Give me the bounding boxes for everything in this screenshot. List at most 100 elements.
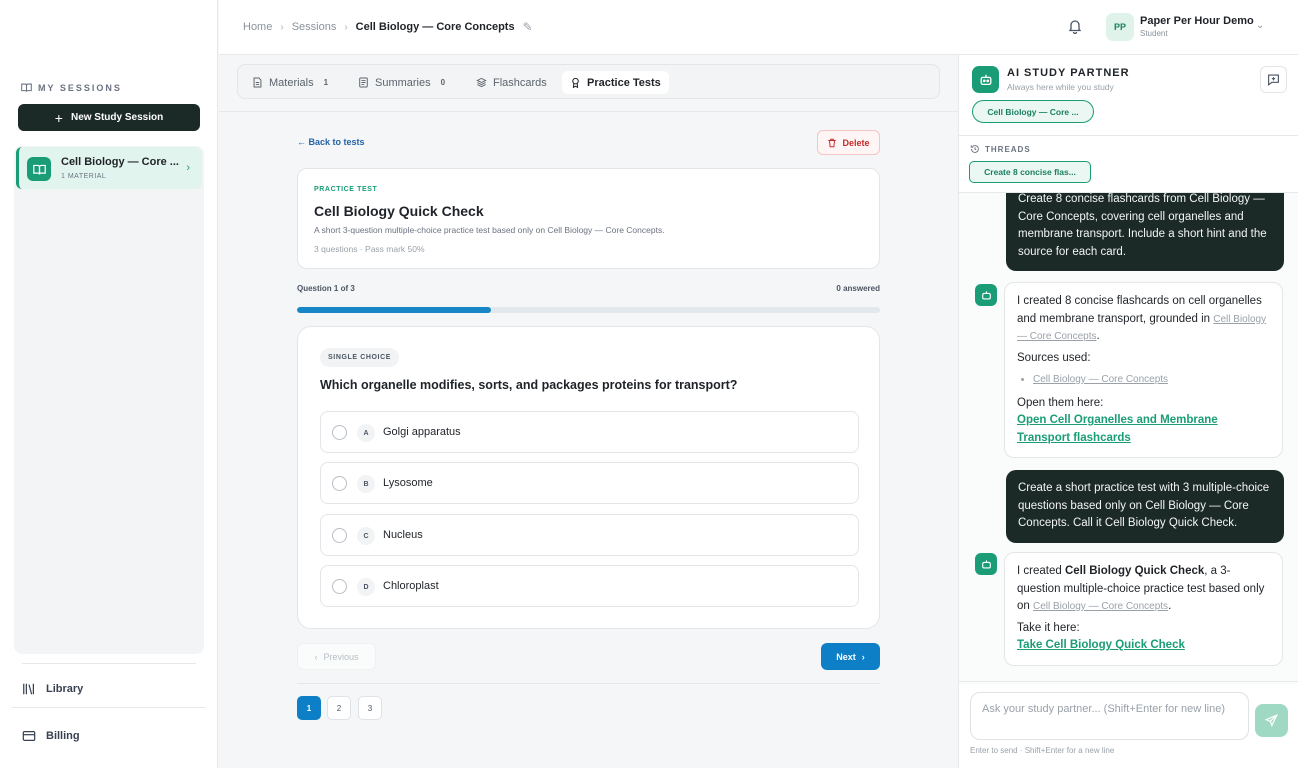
tab-count: 1 xyxy=(323,78,329,87)
sources-label: Sources used: xyxy=(1017,351,1091,364)
session-title: Cell Biology — Core ... xyxy=(61,156,179,168)
chevron-right-icon: › xyxy=(344,21,348,33)
ai-study-partner-panel: AI STUDY PARTNER Always here while you s… xyxy=(958,55,1298,768)
take-test-link[interactable]: Take Cell Biology Quick Check xyxy=(1017,637,1270,655)
answer-option-b[interactable]: B Lysosome xyxy=(320,462,859,504)
breadcrumb-sessions[interactable]: Sessions xyxy=(292,21,337,33)
message-plus-icon xyxy=(1268,74,1279,86)
question-page-1[interactable]: 1 xyxy=(297,696,321,720)
sources-list: Cell Biology — Core Concepts xyxy=(1017,371,1270,389)
chevron-right-icon: › xyxy=(186,162,190,174)
divider xyxy=(219,111,958,112)
next-button[interactable]: Next › xyxy=(821,643,880,670)
assistant-text-part: I created xyxy=(1017,565,1065,577)
user-name[interactable]: Paper Per Hour Demo xyxy=(1140,15,1254,27)
divider xyxy=(22,663,196,664)
tab-label: Flashcards xyxy=(493,76,547,89)
radio-button[interactable] xyxy=(332,579,347,594)
question-page-3[interactable]: 3 xyxy=(358,696,382,720)
tab-label: Summaries xyxy=(375,76,431,89)
test-title: Cell Biology Quick Check xyxy=(314,203,484,219)
source-item[interactable]: Cell Biology — Core Concepts xyxy=(1033,371,1270,389)
option-text: Nucleus xyxy=(383,529,423,541)
back-to-tests-link[interactable]: ← Back to tests xyxy=(297,137,365,147)
thread-chip[interactable]: Create 8 concise flas... xyxy=(969,161,1091,183)
context-chip[interactable]: Cell Biology — Core ... xyxy=(972,100,1094,123)
divider xyxy=(959,681,1298,682)
option-letter: D xyxy=(357,578,375,596)
sidebar-link-library[interactable]: Library xyxy=(22,682,83,696)
session-item-cell-biology[interactable]: Cell Biology — Core ... 1 MATERIAL › xyxy=(16,147,202,189)
question-page-2[interactable]: 2 xyxy=(327,696,351,720)
question-text: Which organelle modifies, sorts, and pac… xyxy=(320,378,738,392)
open-flashcards-link[interactable]: Open Cell Organelles and Membrane Transp… xyxy=(1017,412,1270,447)
option-text: Golgi apparatus xyxy=(383,426,461,438)
credit-card-icon xyxy=(22,731,36,741)
edit-pencil-icon[interactable]: ✎ xyxy=(523,20,533,34)
sidebar-link-billing[interactable]: Billing xyxy=(22,729,80,743)
sidebar: MY SESSIONS + New Study Session Cell Bio… xyxy=(0,0,218,768)
progress-bar xyxy=(297,307,880,313)
tab-materials[interactable]: Materials 1 xyxy=(244,71,336,94)
question-card: SINGLE CHOICE Which organelle modifies, … xyxy=(297,326,880,629)
new-study-session-button[interactable]: + New Study Session xyxy=(18,104,200,131)
option-letter: A xyxy=(357,424,375,442)
bell-icon[interactable] xyxy=(1067,18,1083,34)
robot-icon xyxy=(975,553,997,575)
breadcrumb-home[interactable]: Home xyxy=(243,21,272,33)
previous-button[interactable]: ‹ Previous xyxy=(297,643,376,670)
test-eyebrow: PRACTICE TEST xyxy=(314,186,378,193)
chevron-right-icon: › xyxy=(280,21,284,33)
assistant-text: I created Cell Biology Quick Check, a 3-… xyxy=(1017,563,1270,616)
divider xyxy=(959,135,1298,136)
next-label: Next xyxy=(836,651,856,662)
test-info-card: PRACTICE TEST Cell Biology Quick Check A… xyxy=(297,168,880,269)
divider xyxy=(12,707,206,708)
robot-icon xyxy=(975,284,997,306)
option-text: Chloroplast xyxy=(383,580,439,592)
radio-button[interactable] xyxy=(332,425,347,440)
progress-bar-fill xyxy=(297,307,492,313)
tab-label: Practice Tests xyxy=(587,76,661,89)
chevron-left-icon: ‹ xyxy=(314,651,318,662)
option-letter: C xyxy=(357,527,375,545)
answer-option-c[interactable]: C Nucleus xyxy=(320,514,859,556)
source-link[interactable]: Cell Biology — Core Concepts xyxy=(1033,601,1168,612)
chevron-right-icon: › xyxy=(861,651,865,662)
take-label: Take it here: xyxy=(1017,621,1080,634)
assistant-message: I created Cell Biology Quick Check, a 3-… xyxy=(1004,552,1283,666)
test-meta: 3 questions · Pass mark 50% xyxy=(314,244,425,254)
radio-button[interactable] xyxy=(332,476,347,491)
chat-title: AI STUDY PARTNER xyxy=(1007,67,1130,79)
divider xyxy=(297,683,880,684)
breadcrumb-current: Cell Biology — Core Concepts xyxy=(355,21,515,33)
threads-header: THREADS xyxy=(970,144,1031,154)
session-list: Cell Biology — Core ... 1 MATERIAL › xyxy=(14,146,204,654)
user-message: Create a short practice test with 3 mult… xyxy=(1006,470,1284,543)
answer-option-d[interactable]: D Chloroplast xyxy=(320,565,859,607)
tab-practice-tests[interactable]: Practice Tests xyxy=(562,71,669,94)
book-open-icon xyxy=(21,83,32,92)
radio-button[interactable] xyxy=(332,528,347,543)
chat-input[interactable] xyxy=(970,692,1249,740)
test-name: Cell Biology Quick Check xyxy=(1064,565,1205,577)
assistant-text: I created 8 concise flashcards on cell o… xyxy=(1017,293,1270,346)
open-label: Open them here: xyxy=(1017,396,1104,409)
chevron-down-icon[interactable]: ⌄ xyxy=(1256,20,1264,31)
tab-flashcards[interactable]: Flashcards xyxy=(468,71,555,94)
billing-label: Billing xyxy=(46,730,80,742)
send-button[interactable] xyxy=(1255,704,1288,737)
book-icon xyxy=(27,157,51,181)
avatar[interactable]: PP xyxy=(1106,13,1134,41)
answer-option-a[interactable]: A Golgi apparatus xyxy=(320,411,859,453)
assistant-message: I created 8 concise flashcards on cell o… xyxy=(1004,282,1283,458)
tab-summaries[interactable]: Summaries 0 xyxy=(350,71,453,94)
new-session-label: New Study Session xyxy=(70,112,164,123)
top-header: Home › Sessions › Cell Biology — Core Co… xyxy=(219,0,1298,55)
new-chat-button[interactable] xyxy=(1260,66,1287,93)
delete-button[interactable]: Delete xyxy=(817,130,880,155)
plus-icon: + xyxy=(54,109,63,126)
threads-label: THREADS xyxy=(985,144,1031,154)
award-icon xyxy=(572,77,579,88)
document-icon xyxy=(359,77,368,88)
